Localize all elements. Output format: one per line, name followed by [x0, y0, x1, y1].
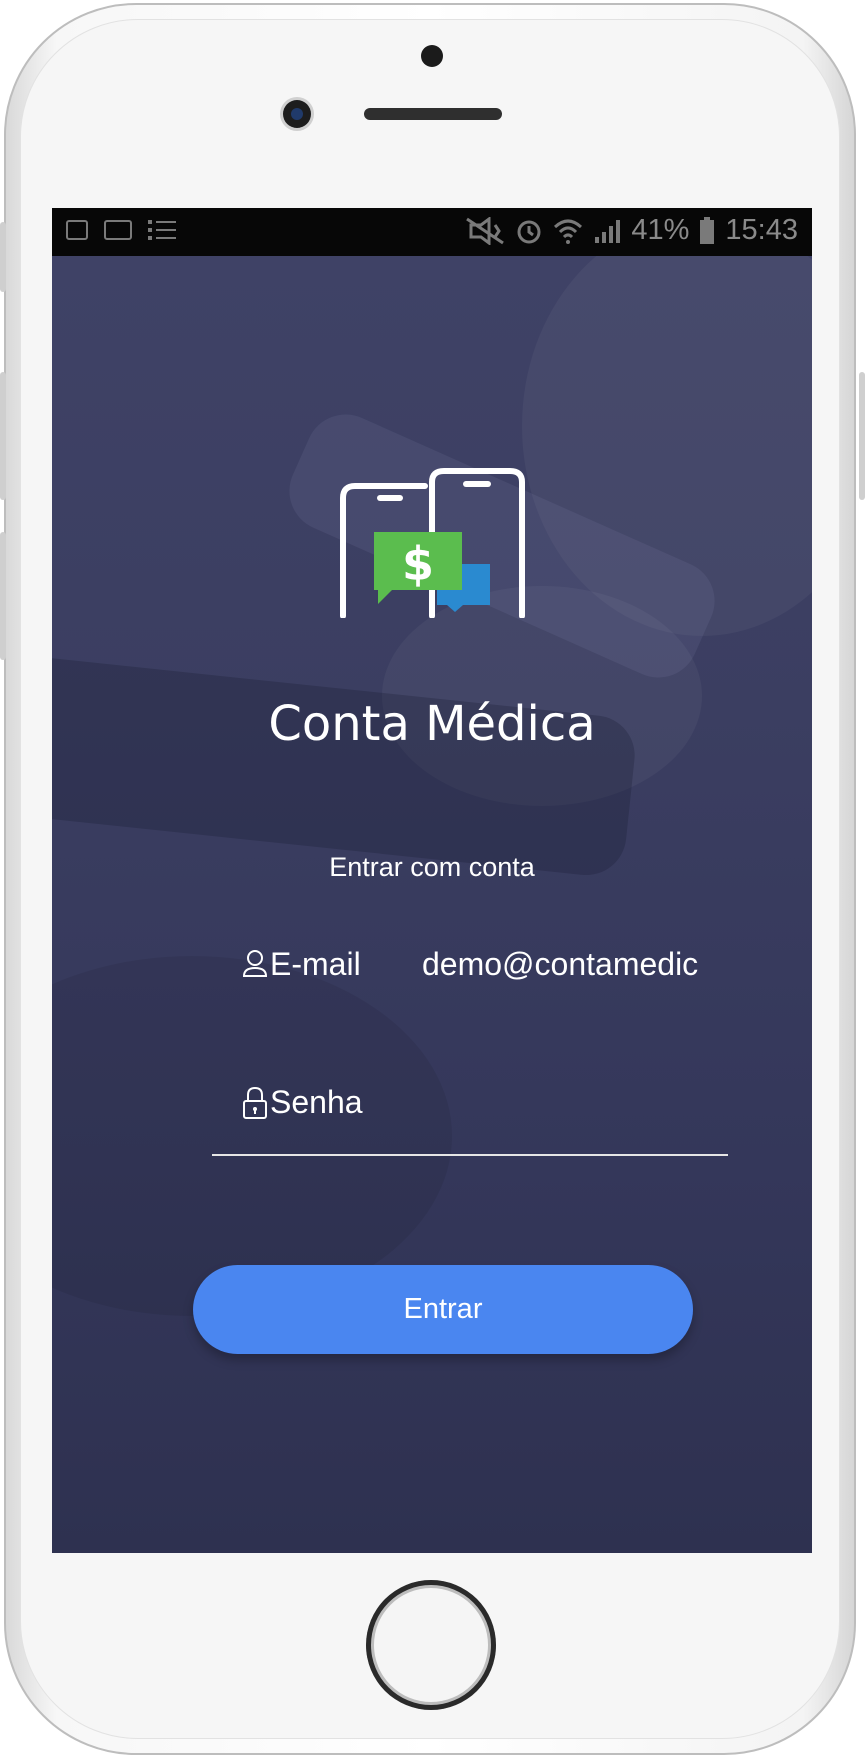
alarm-icon	[517, 220, 541, 243]
phones-dollar-chat-logo: $	[340, 468, 525, 618]
svg-text:$: $	[402, 537, 434, 591]
volume-down-button	[0, 532, 6, 660]
volume-up-button	[0, 372, 6, 500]
email-input[interactable]: demo@contamedic	[422, 946, 722, 983]
signal-icon	[595, 219, 621, 243]
background-shadow-shape	[52, 956, 452, 1316]
mute-vibrate-icon	[466, 216, 505, 245]
image-icon	[66, 220, 88, 240]
password-field[interactable]: Senha	[212, 1074, 728, 1156]
login-screen: $ Conta Médica Entrar com conta E-mail d…	[52, 256, 812, 1553]
user-icon	[242, 950, 268, 977]
battery-icon	[700, 216, 715, 244]
list-icon	[148, 220, 176, 240]
password-label: Senha	[270, 1084, 363, 1120]
proximity-sensor	[421, 45, 443, 67]
email-label: E-mail	[270, 946, 361, 982]
front-camera	[283, 100, 311, 128]
battery-percent: 41%	[631, 214, 690, 246]
status-right-icons: 41% 15:43	[465, 214, 798, 247]
password-underline	[212, 1154, 728, 1156]
home-button[interactable]	[366, 1580, 496, 1710]
email-field[interactable]: E-mail demo@contamedic	[212, 936, 728, 996]
voicemail-icon	[104, 220, 132, 240]
status-left-icons	[66, 218, 176, 242]
login-subtitle: Entrar com conta	[329, 852, 535, 882]
login-button[interactable]: Entrar	[193, 1265, 693, 1354]
phone-screen: 41% 15:43 $ Conta Médica Entrar com cont…	[52, 208, 812, 1553]
mute-switch	[0, 222, 6, 292]
power-button	[859, 372, 865, 500]
wifi-icon	[554, 219, 583, 244]
app-title: Conta Médica	[268, 696, 596, 752]
clock: 15:43	[725, 214, 798, 246]
status-bar: 41% 15:43	[52, 208, 812, 256]
earpiece-speaker	[364, 108, 502, 120]
lock-icon	[243, 1086, 267, 1119]
